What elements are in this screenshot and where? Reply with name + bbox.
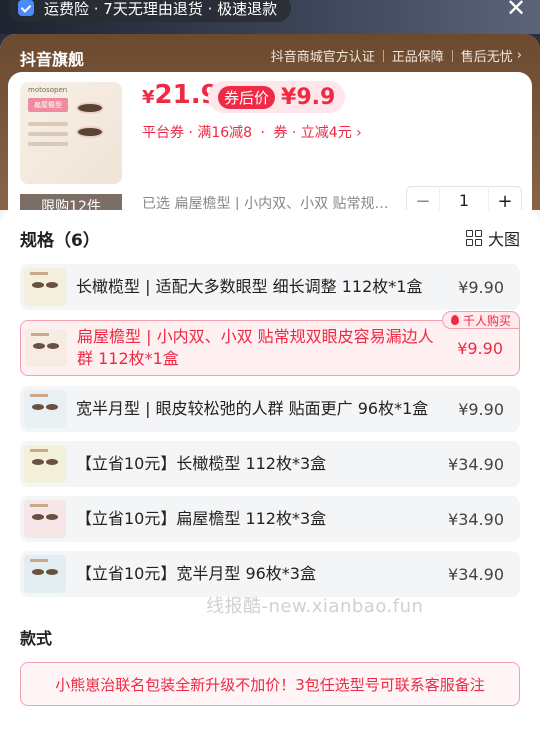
promo-platform-coupon: 平台券 · 满16减8 bbox=[142, 125, 253, 141]
product-card: motosopen 扁屋檐型 限购12件 ¥21.9 券后价 ¥9.9 平台券 … bbox=[8, 72, 532, 232]
thumb-strip bbox=[28, 132, 68, 136]
plus-button[interactable]: + bbox=[489, 191, 521, 212]
option-price: ¥34.90 bbox=[448, 509, 504, 529]
option-label: 【立省10元】扁屋檐型 112枚*3盒 bbox=[76, 509, 327, 528]
spec-option-0[interactable]: 长橄榄型 | 适配大多数眼型 细长调整 112枚*1盒 ¥9.90 bbox=[20, 264, 520, 310]
coupon-price: ¥9.9 bbox=[281, 84, 336, 110]
option-price: ¥9.90 bbox=[458, 277, 504, 297]
big-view-button[interactable]: 大图 bbox=[465, 226, 520, 250]
service-notice-text: 运费险 · 7天无理由退货 · 极速退款 bbox=[44, 0, 278, 18]
spec-option-2[interactable]: 宽半月型 | 眼皮较松弛的人群 贴面更广 96枚*1盒 ¥9.90 bbox=[20, 386, 520, 432]
spec-option-3[interactable]: 【立省10元】长橄榄型 112枚*3盒 ¥34.90 bbox=[20, 441, 520, 487]
promo-instant-discount: 券 · 立减4元 bbox=[273, 125, 352, 141]
grid-icon bbox=[465, 230, 482, 246]
close-icon[interactable]: ✕ bbox=[504, 0, 528, 20]
eye-image bbox=[76, 102, 104, 114]
thumb-strip bbox=[28, 122, 68, 126]
badge-genuine: 正品保障 bbox=[391, 50, 444, 65]
chevron-right-icon: › bbox=[516, 48, 522, 63]
service-notice-pill: 运费险 · 7天无理由退货 · 极速退款 bbox=[8, 0, 292, 22]
option-price: ¥9.90 bbox=[457, 338, 503, 358]
watermark-text: 线报酷-new.xianbao.fun bbox=[206, 596, 424, 617]
eye-image bbox=[76, 126, 104, 138]
option-thumbnail bbox=[24, 390, 66, 428]
minus-button[interactable]: − bbox=[407, 191, 439, 212]
brand-title: 抖音旗舰 bbox=[20, 50, 85, 69]
option-thumbnail bbox=[25, 329, 67, 367]
spec-option-5[interactable]: 【立省10元】宽半月型 96枚*3盒 ¥34.90 bbox=[20, 551, 520, 597]
option-label: 【立省10元】宽半月型 96枚*3盒 bbox=[76, 564, 316, 583]
option-thumbnail bbox=[24, 500, 66, 538]
spec-title: 规格（6） bbox=[20, 231, 100, 251]
option-thumbnail bbox=[24, 555, 66, 593]
hot-sale-badge: 千人购买 bbox=[441, 311, 520, 329]
brand-badges[interactable]: 抖音商城官方认证 正品保障 售后无忧 › bbox=[271, 46, 522, 65]
promo-separator: · bbox=[260, 125, 265, 141]
option-price: ¥9.90 bbox=[458, 399, 504, 419]
flame-icon bbox=[450, 315, 459, 325]
top-notice-bar: 运费险 · 7天无理由退货 · 极速退款 ✕ bbox=[0, 0, 540, 34]
divider bbox=[382, 49, 384, 62]
option-thumbnail bbox=[24, 268, 66, 306]
shield-check-icon bbox=[18, 0, 34, 16]
sku-sheet: 抖音旗舰 抖音商城官方认证 正品保障 售后无忧 › motosopen 扁屋檐型… bbox=[0, 34, 540, 747]
badge-aftersale: 售后无忧 bbox=[460, 50, 513, 65]
product-thumbnail[interactable]: motosopen 扁屋檐型 bbox=[20, 82, 122, 184]
style-section-title: 款式 bbox=[20, 629, 53, 648]
chevron-right-icon: › bbox=[356, 125, 362, 141]
badge-official: 抖音商城官方认证 bbox=[270, 50, 375, 65]
option-price: ¥34.90 bbox=[448, 564, 504, 584]
option-label: 扁屋檐型 | 小内双、小双 贴常规双眼皮容易漏边人群 112枚*1盒 bbox=[77, 327, 434, 368]
coupon-label: 券后价 bbox=[218, 85, 276, 109]
option-label: 长橄榄型 | 适配大多数眼型 细长调整 112枚*1盒 bbox=[76, 277, 423, 296]
divider bbox=[451, 49, 453, 62]
spec-option-4[interactable]: 【立省10元】扁屋檐型 112枚*3盒 ¥34.90 bbox=[20, 496, 520, 542]
coupon-price-badge: 券后价 ¥9.9 bbox=[208, 81, 346, 113]
option-label: 【立省10元】长橄榄型 112枚*3盒 bbox=[76, 454, 327, 473]
style-notice[interactable]: 小熊崽治联名包装全新升级不加价！3包任选型号可联系客服备注 bbox=[20, 662, 520, 706]
big-view-label: 大图 bbox=[487, 230, 520, 249]
spec-option-1[interactable]: 扁屋檐型 | 小内双、小双 贴常规双眼皮容易漏边人群 112枚*1盒 ¥9.90… bbox=[20, 311, 520, 376]
thumb-tag: 扁屋檐型 bbox=[28, 98, 68, 112]
promo-line[interactable]: 平台券 · 满16减8 · 券 · 立减4元 › bbox=[142, 122, 362, 142]
thumb-brand-text: motosopen bbox=[28, 86, 68, 94]
thumb-strip bbox=[28, 142, 68, 146]
option-thumbnail bbox=[24, 445, 66, 483]
spec-panel: 规格（6） 大图 长橄榄型 | 适配大多数眼型 细长调整 112枚*1盒 ¥9.… bbox=[0, 210, 540, 747]
option-label: 宽半月型 | 眼皮较松弛的人群 贴面更广 96枚*1盒 bbox=[76, 399, 429, 418]
option-price: ¥34.90 bbox=[448, 454, 504, 474]
